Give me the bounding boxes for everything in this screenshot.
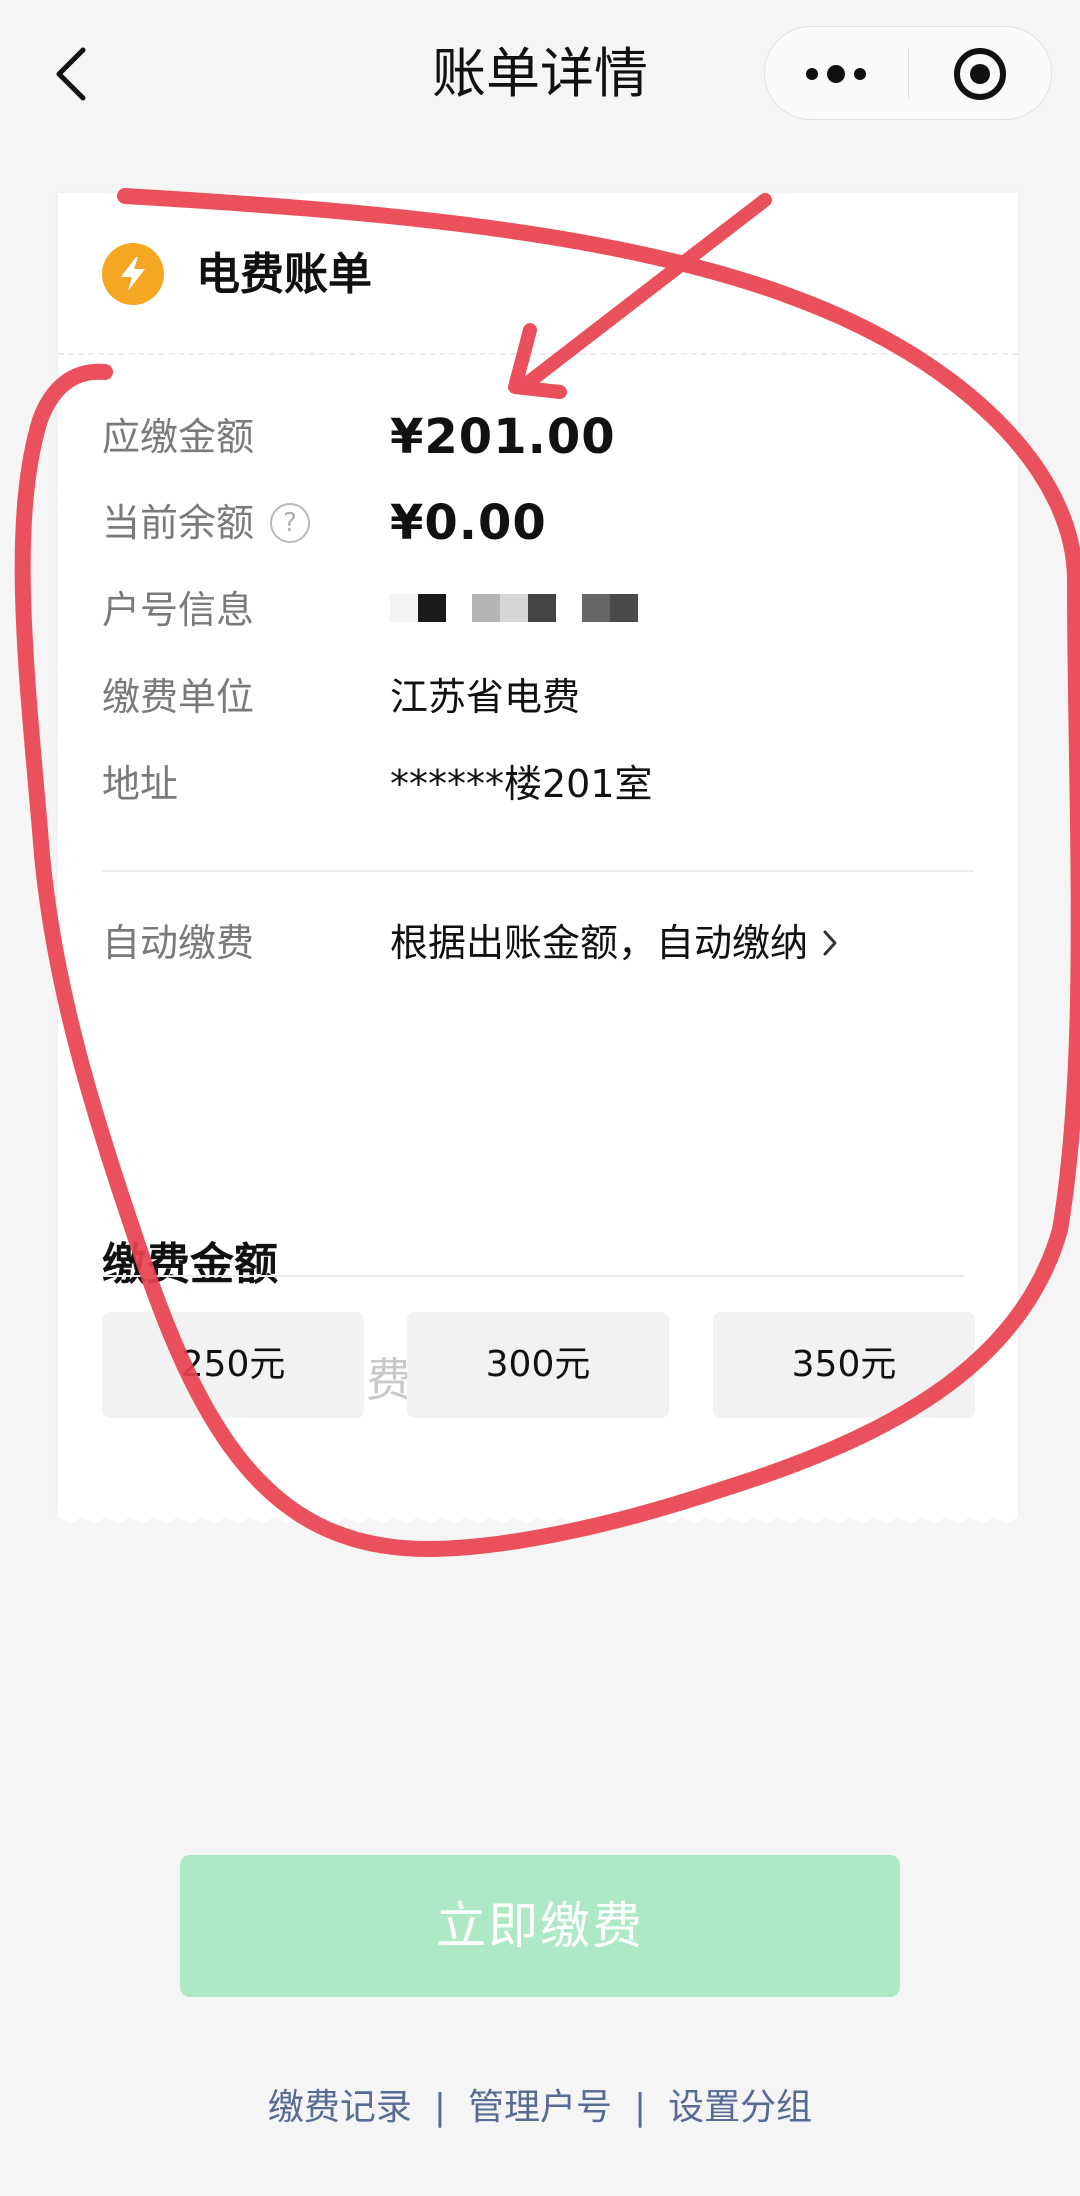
nav-bar: 账单详情 (0, 0, 1080, 150)
preset-amount-300[interactable]: 300元 (407, 1312, 669, 1418)
section-divider (102, 870, 974, 872)
pay-now-button[interactable]: 立即缴费 (180, 1855, 900, 1997)
input-underline (102, 1275, 964, 1277)
lightning-bolt-icon (102, 243, 164, 305)
balance-label: 当前余额 (102, 501, 255, 545)
balance-value: ¥0.00 (390, 495, 547, 551)
more-dots-icon (806, 65, 866, 83)
preset-amount-250[interactable]: 250元 (102, 1312, 364, 1418)
target-icon (954, 48, 1006, 100)
auto-pay-label: 自动缴费 (102, 921, 255, 965)
set-group-link[interactable]: 设置分组 (668, 2087, 812, 2128)
help-circle-icon[interactable]: ? (270, 502, 311, 543)
close-mini-program-button[interactable] (909, 27, 1051, 121)
preset-amount-350[interactable]: 350元 (713, 1312, 975, 1418)
payee-label: 缴费单位 (102, 675, 255, 719)
footer-links: 缴费记录 | 管理户号 | 设置分组 (0, 2078, 1080, 2138)
address-value: ******楼201室 (390, 762, 653, 806)
footer-separator: | (634, 2087, 647, 2128)
payee-value: 江苏省电费 (390, 675, 581, 719)
auto-pay-value: 根据出账金额，自动缴纳 (390, 921, 809, 965)
footer-separator: | (433, 2087, 446, 2128)
chevron-right-icon (823, 930, 837, 955)
balance-label-row: 当前余额? (102, 493, 311, 553)
mini-program-capsule (764, 26, 1052, 120)
more-button[interactable] (765, 27, 907, 121)
manage-account-link[interactable]: 管理户号 (468, 2087, 612, 2128)
amount-due-value: ¥201.00 (390, 409, 616, 465)
bill-card-header: 电费账单 (58, 193, 1018, 355)
auto-pay-setting[interactable]: 根据出账金额，自动缴纳 (390, 913, 838, 973)
account-label: 户号信息 (102, 588, 255, 632)
bill-card-torn-edge (58, 1510, 1018, 1524)
amount-due-label: 应缴金额 (102, 415, 255, 459)
account-number-masked (390, 590, 650, 624)
payment-amount-title: 缴费金额 (102, 1239, 278, 1290)
bill-card-title: 电费账单 (196, 249, 372, 300)
address-label: 地址 (102, 762, 179, 806)
payment-history-link[interactable]: 缴费记录 (268, 2087, 412, 2128)
bill-card: 电费账单 应缴金额 ¥201.00 当前余额? ¥0.00 户号信息 缴费单位 … (58, 193, 1018, 1513)
